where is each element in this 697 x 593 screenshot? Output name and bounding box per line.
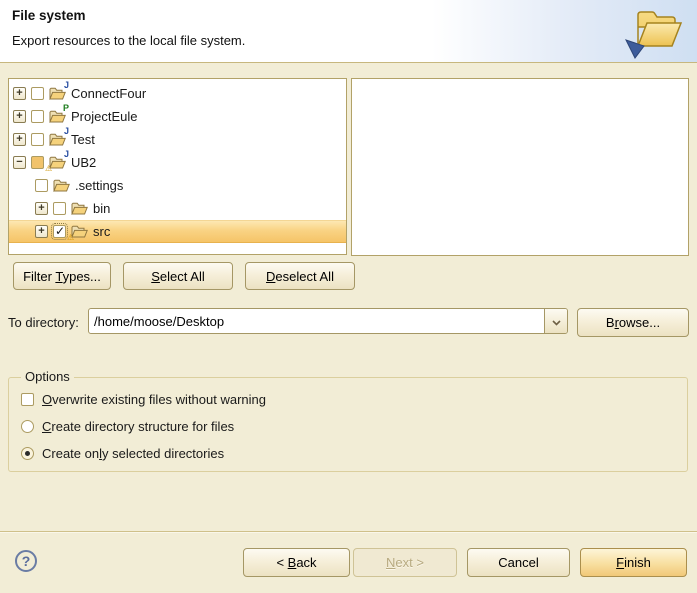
warning-overlay-icon: ⚠: [67, 234, 74, 242]
directory-combo: [88, 308, 568, 334]
folder-warning-icon: ⚠: [71, 224, 88, 239]
option-create-directory-structure[interactable]: Create directory structure for files: [21, 418, 234, 434]
checkbox[interactable]: [21, 393, 34, 406]
plugin-project-folder-icon: P: [49, 109, 66, 124]
deselect-all-button[interactable]: Deselect All: [245, 262, 355, 290]
tree-item-test[interactable]: + J Test: [9, 128, 346, 151]
filter-types-button[interactable]: Filter Types...: [13, 262, 111, 290]
question-mark-icon: ?: [22, 553, 31, 569]
page-title: File system: [12, 8, 86, 23]
radio-button[interactable]: [21, 420, 34, 433]
java-decorator-icon: J: [64, 127, 69, 136]
back-button[interactable]: < Back: [243, 548, 350, 577]
tree-item-label: UB2: [71, 155, 96, 170]
expander-icon[interactable]: +: [35, 225, 48, 238]
chevron-down-icon: [552, 314, 561, 329]
expander-icon[interactable]: +: [13, 87, 26, 100]
checkbox[interactable]: [31, 133, 44, 146]
tree-item-ub2[interactable]: − J ⚠ UB2: [9, 151, 346, 174]
to-directory-label: To directory:: [8, 315, 79, 330]
checkbox[interactable]: [53, 225, 66, 238]
resource-tree[interactable]: + J ConnectFour + P ProjectEule: [8, 78, 347, 255]
java-decorator-icon: J: [64, 81, 69, 90]
options-group: Options Overwrite existing files without…: [8, 377, 688, 472]
folder-icon: [71, 201, 88, 216]
tree-item-label: .settings: [75, 178, 123, 193]
option-overwrite-existing[interactable]: Overwrite existing files without warning: [21, 391, 266, 407]
option-create-selected-directories[interactable]: Create only selected directories: [21, 445, 224, 461]
tree-item-connectfour[interactable]: + J ConnectFour: [9, 82, 346, 105]
option-label: Create directory structure for files: [42, 419, 234, 434]
checkbox[interactable]: [35, 179, 48, 192]
java-project-folder-icon: J: [49, 86, 66, 101]
cancel-button[interactable]: Cancel: [467, 548, 570, 577]
tree-item-src[interactable]: + ⚠ src: [9, 220, 346, 243]
plugin-decorator-icon: P: [63, 104, 69, 113]
checkbox[interactable]: [53, 202, 66, 215]
page-subtitle: Export resources to the local file syste…: [12, 33, 245, 48]
tree-item-projecteule[interactable]: + P ProjectEule: [9, 105, 346, 128]
tree-item-label: bin: [93, 201, 110, 216]
tree-item-label: ConnectFour: [71, 86, 146, 101]
tree-item-label: src: [93, 224, 110, 239]
option-label: Overwrite existing files without warning: [42, 392, 266, 407]
java-decorator-icon: J: [64, 150, 69, 159]
tree-item-label: ProjectEule: [71, 109, 137, 124]
footer-separator: [0, 531, 697, 532]
next-button[interactable]: Next >: [353, 548, 457, 577]
tree-item-label: Test: [71, 132, 95, 147]
warning-overlay-icon: ⚠: [45, 165, 52, 173]
checkbox[interactable]: [31, 87, 44, 100]
combo-dropdown-button[interactable]: [544, 309, 567, 333]
expander-icon[interactable]: +: [13, 110, 26, 123]
folder-icon: [53, 178, 70, 193]
finish-button[interactable]: Finish: [580, 548, 687, 577]
browse-button[interactable]: Browse...: [577, 308, 689, 337]
radio-button[interactable]: [21, 447, 34, 460]
help-button[interactable]: ?: [15, 550, 37, 572]
tree-item-bin[interactable]: + bin: [9, 197, 346, 220]
checkbox[interactable]: [31, 156, 44, 169]
options-legend: Options: [21, 369, 74, 384]
java-project-folder-icon: J: [49, 132, 66, 147]
java-project-folder-warning-icon: J ⚠: [49, 155, 66, 170]
file-list-panel[interactable]: [351, 78, 689, 256]
expander-icon[interactable]: −: [13, 156, 26, 169]
export-folder-banner-icon: [620, 2, 694, 60]
expander-icon[interactable]: +: [13, 133, 26, 146]
directory-input[interactable]: [89, 309, 544, 333]
checkbox[interactable]: [31, 110, 44, 123]
select-all-button[interactable]: Select All: [123, 262, 233, 290]
expander-icon[interactable]: +: [35, 202, 48, 215]
wizard-header: File system Export resources to the loca…: [0, 0, 697, 63]
option-label: Create only selected directories: [42, 446, 224, 461]
tree-item-settings[interactable]: .settings: [9, 174, 346, 197]
export-wizard-dialog: File system Export resources to the loca…: [0, 0, 697, 593]
